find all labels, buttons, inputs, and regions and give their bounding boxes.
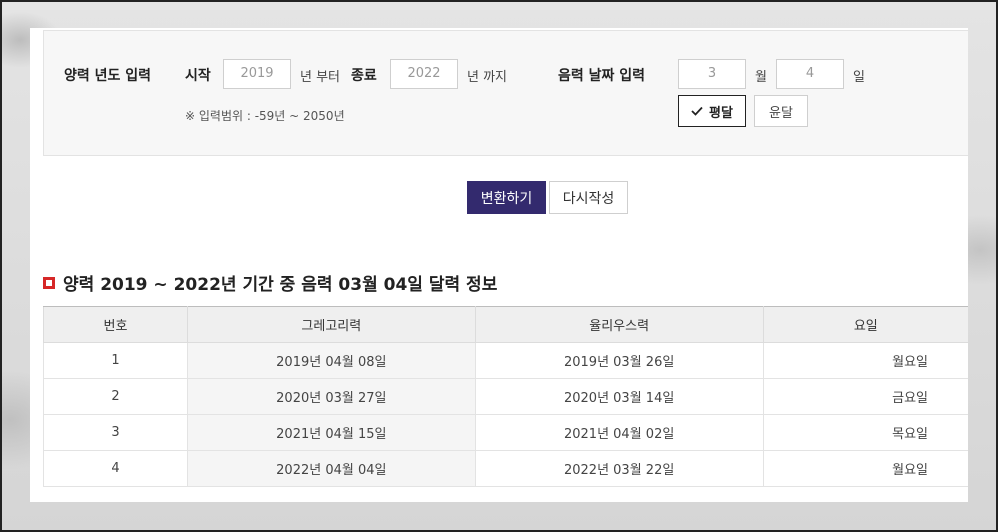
row-gregorian: 2019년 04월 08일 [186, 342, 476, 379]
input-form: 양력 년도 입력 시작 2019 년 부터 종료 2022 년 까지 ※ 입력범… [43, 30, 968, 156]
solar-year-label: 양력 년도 입력 [64, 68, 152, 84]
normal-month-label: 평달 [709, 105, 733, 121]
table-row: 1 2019년 04월 08일 2019년 03월 26일 월요일 [43, 342, 968, 379]
result-table: 번호 그레고리력 율리우스력 요일 1 2019년 04월 08일 2019년 … [43, 306, 968, 487]
table-row: 2 2020년 03월 27일 2020년 03월 14일 금요일 [43, 378, 968, 415]
row-julian: 2019년 03월 26일 [474, 342, 764, 379]
result-title: 양력 2019 ~ 2022년 기간 중 음력 03월 04일 달력 정보 [43, 270, 497, 295]
normal-month-button[interactable]: 평달 [678, 95, 746, 127]
day-suffix: 일 [853, 70, 865, 85]
table-row: 3 2021년 04월 15일 2021년 04월 02일 목요일 [43, 414, 968, 451]
reset-button[interactable]: 다시작성 [549, 181, 628, 214]
table-row: 4 2022년 04월 04일 2022년 03월 22일 월요일 [43, 450, 968, 487]
convert-button[interactable]: 변환하기 [467, 181, 546, 214]
row-gregorian: 2021년 04월 15일 [186, 414, 476, 451]
table-header-row: 번호 그레고리력 율리우스력 요일 [43, 306, 968, 343]
row-weekday: 금요일 [762, 378, 968, 415]
result-title-text: 양력 2019 ~ 2022년 기간 중 음력 03월 04일 달력 정보 [63, 275, 498, 295]
month-suffix: 월 [755, 70, 767, 85]
row-number: 2 [43, 378, 188, 415]
row-gregorian: 2020년 03월 27일 [186, 378, 476, 415]
header-weekday: 요일 [762, 306, 968, 343]
header-julian: 율리우스력 [474, 306, 764, 343]
row-gregorian: 2022년 04월 04일 [186, 450, 476, 487]
end-year-input[interactable]: 2022 [390, 59, 458, 89]
lunar-date-label: 음력 날짜 입력 [558, 68, 646, 84]
row-julian: 2022년 03월 22일 [474, 450, 764, 487]
from-suffix: 년 부터 [300, 70, 341, 85]
month-input[interactable]: 3 [678, 59, 746, 89]
header-gregorian: 그레고리력 [186, 306, 476, 343]
row-number: 4 [43, 450, 188, 487]
row-weekday: 월요일 [762, 450, 968, 487]
row-weekday: 목요일 [762, 414, 968, 451]
range-note: ※ 입력범위 : -59년 ~ 2050년 [185, 109, 345, 123]
row-weekday: 월요일 [762, 342, 968, 379]
square-bullet-icon [43, 276, 55, 289]
row-julian: 2020년 03월 14일 [474, 378, 764, 415]
start-year-input[interactable]: 2019 [223, 59, 291, 89]
to-suffix: 년 까지 [467, 70, 508, 85]
row-julian: 2021년 04월 02일 [474, 414, 764, 451]
end-label: 종료 [351, 68, 377, 84]
converter-panel: 양력 년도 입력 시작 2019 년 부터 종료 2022 년 까지 ※ 입력범… [30, 28, 968, 502]
check-icon [691, 106, 703, 116]
leap-month-button[interactable]: 윤달 [754, 95, 808, 127]
day-input[interactable]: 4 [776, 59, 844, 89]
row-number: 3 [43, 414, 188, 451]
header-number: 번호 [43, 306, 188, 343]
start-label: 시작 [185, 68, 211, 84]
row-number: 1 [43, 342, 188, 379]
leap-month-label: 윤달 [769, 105, 793, 121]
